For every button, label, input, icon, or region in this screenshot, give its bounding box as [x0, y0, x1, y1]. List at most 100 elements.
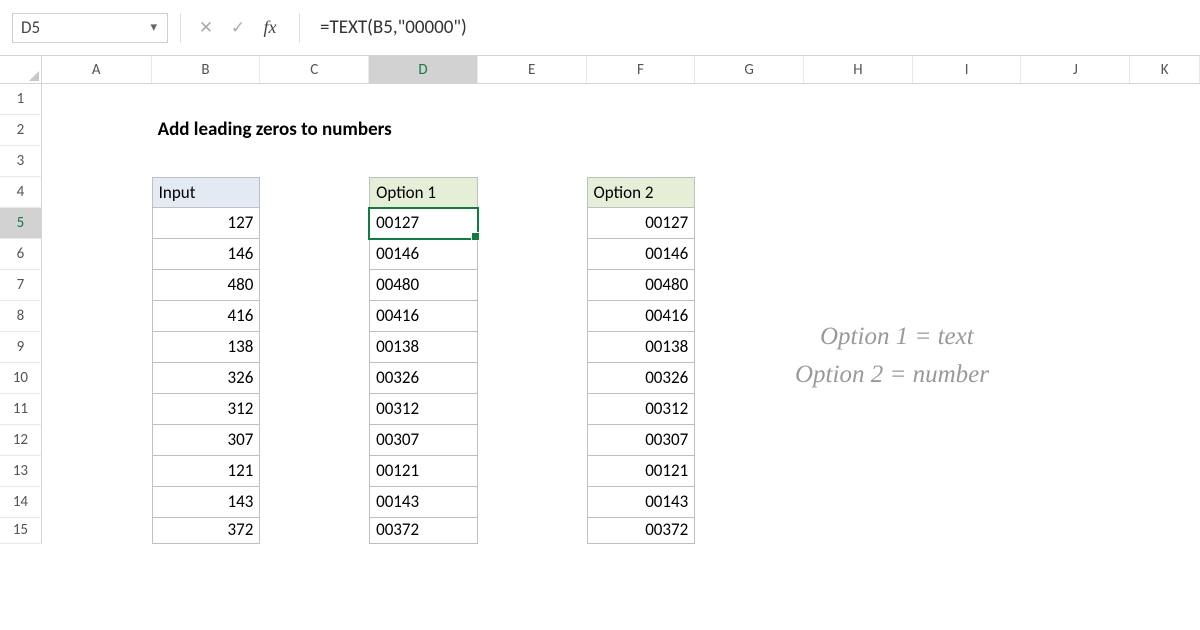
cell-H11[interactable] — [804, 394, 913, 425]
cell-K3[interactable] — [1130, 146, 1200, 177]
chevron-down-icon[interactable]: ▾ — [150, 20, 157, 35]
cell-F9[interactable]: 00138 — [587, 332, 696, 363]
cell-F10[interactable]: 00326 — [587, 363, 696, 394]
cell-J8[interactable] — [1021, 301, 1130, 332]
cell-A3[interactable] — [42, 146, 152, 177]
enter-icon[interactable]: ✓ — [225, 15, 251, 41]
cell-C12[interactable] — [260, 425, 369, 456]
cell-B14[interactable]: 143 — [152, 487, 261, 518]
row-header-13[interactable]: 13 — [0, 456, 42, 487]
cell-D7[interactable]: 00480 — [369, 270, 478, 301]
cell-I12[interactable] — [913, 425, 1022, 456]
cell-F1[interactable] — [587, 84, 696, 115]
cell-K12[interactable] — [1130, 425, 1200, 456]
cell-F5[interactable]: 00127 — [587, 208, 696, 239]
cell-K4[interactable] — [1130, 177, 1200, 208]
cell-J12[interactable] — [1021, 425, 1130, 456]
row-header-6[interactable]: 6 — [0, 239, 42, 270]
cell-B15[interactable]: 372 — [152, 518, 261, 544]
cell-D3[interactable] — [369, 146, 478, 177]
cell-D8[interactable]: 00416 — [369, 301, 478, 332]
cell-G12[interactable] — [695, 425, 804, 456]
cell-K7[interactable] — [1130, 270, 1200, 301]
cell-A9[interactable] — [42, 332, 152, 363]
cell-E7[interactable] — [478, 270, 587, 301]
cell-G5[interactable] — [695, 208, 804, 239]
cell-B13[interactable]: 121 — [152, 456, 261, 487]
cell-F8[interactable]: 00416 — [587, 301, 696, 332]
cell-G3[interactable] — [695, 146, 804, 177]
row-header-5[interactable]: 5 — [0, 208, 42, 239]
col-header-B[interactable]: B — [152, 56, 261, 83]
cell-F6[interactable]: 00146 — [587, 239, 696, 270]
cell-H3[interactable] — [804, 146, 913, 177]
col-header-F[interactable]: F — [587, 56, 696, 83]
cell-C14[interactable] — [260, 487, 369, 518]
cell-A5[interactable] — [42, 208, 152, 239]
cell-C9[interactable] — [260, 332, 369, 363]
cell-J11[interactable] — [1021, 394, 1130, 425]
cell-I6[interactable] — [913, 239, 1022, 270]
cell-J15[interactable] — [1021, 518, 1130, 544]
cell-H12[interactable] — [804, 425, 913, 456]
cell-C7[interactable] — [260, 270, 369, 301]
cell-J7[interactable] — [1021, 270, 1130, 301]
cell-G7[interactable] — [695, 270, 804, 301]
cell-G2[interactable] — [695, 115, 804, 146]
select-all-corner[interactable] — [0, 56, 42, 84]
cell-D12[interactable]: 00307 — [369, 425, 478, 456]
cell-C15[interactable] — [260, 518, 369, 544]
cell-D14[interactable]: 00143 — [369, 487, 478, 518]
cell-B5[interactable]: 127 — [152, 208, 261, 239]
cell-H2[interactable] — [804, 115, 913, 146]
cell-G15[interactable] — [695, 518, 804, 544]
cell-E4[interactable] — [478, 177, 587, 208]
cell-I3[interactable] — [913, 146, 1022, 177]
cell-D13[interactable]: 00121 — [369, 456, 478, 487]
cell-J13[interactable] — [1021, 456, 1130, 487]
cell-J3[interactable] — [1021, 146, 1130, 177]
row-header-8[interactable]: 8 — [0, 301, 42, 332]
cell-F14[interactable]: 00143 — [587, 487, 696, 518]
cell-E9[interactable] — [478, 332, 587, 363]
cell-K10[interactable] — [1130, 363, 1200, 394]
row-header-9[interactable]: 9 — [0, 332, 42, 363]
cell-A8[interactable] — [42, 301, 152, 332]
row-header-10[interactable]: 10 — [0, 363, 42, 394]
cell-C5[interactable] — [260, 208, 369, 239]
cell-B10[interactable]: 326 — [152, 363, 261, 394]
cell-J6[interactable] — [1021, 239, 1130, 270]
cell-I2[interactable] — [913, 115, 1022, 146]
cell-J9[interactable] — [1021, 332, 1130, 363]
cell-A12[interactable] — [42, 425, 152, 456]
cell-J1[interactable] — [1021, 84, 1130, 115]
cell-C1[interactable] — [260, 84, 369, 115]
cell-E2[interactable] — [478, 115, 587, 146]
col-header-E[interactable]: E — [478, 56, 587, 83]
cell-B8[interactable]: 416 — [152, 301, 261, 332]
cell-C2[interactable] — [261, 115, 370, 146]
cell-C4[interactable] — [260, 177, 369, 208]
col-header-I[interactable]: I — [913, 56, 1022, 83]
cancel-icon[interactable]: ✕ — [193, 15, 219, 41]
cell-E5[interactable] — [478, 208, 587, 239]
cell-K2[interactable] — [1130, 115, 1200, 146]
cell-I13[interactable] — [913, 456, 1022, 487]
cell-E10[interactable] — [478, 363, 587, 394]
cell-K5[interactable] — [1130, 208, 1200, 239]
cell-E15[interactable] — [478, 518, 587, 544]
col-header-J[interactable]: J — [1021, 56, 1130, 83]
cell-B3[interactable] — [152, 146, 261, 177]
header-input[interactable]: Input — [152, 177, 261, 208]
cell-J2[interactable] — [1022, 115, 1131, 146]
cell-K15[interactable] — [1130, 518, 1200, 544]
cell-G1[interactable] — [695, 84, 804, 115]
cell-E1[interactable] — [478, 84, 587, 115]
cell-D2[interactable] — [369, 115, 478, 146]
cell-H14[interactable] — [804, 487, 913, 518]
cell-H5[interactable] — [804, 208, 913, 239]
cell-D11[interactable]: 00312 — [369, 394, 478, 425]
cell-H6[interactable] — [804, 239, 913, 270]
cell-H7[interactable] — [804, 270, 913, 301]
row-header-3[interactable]: 3 — [0, 146, 42, 177]
